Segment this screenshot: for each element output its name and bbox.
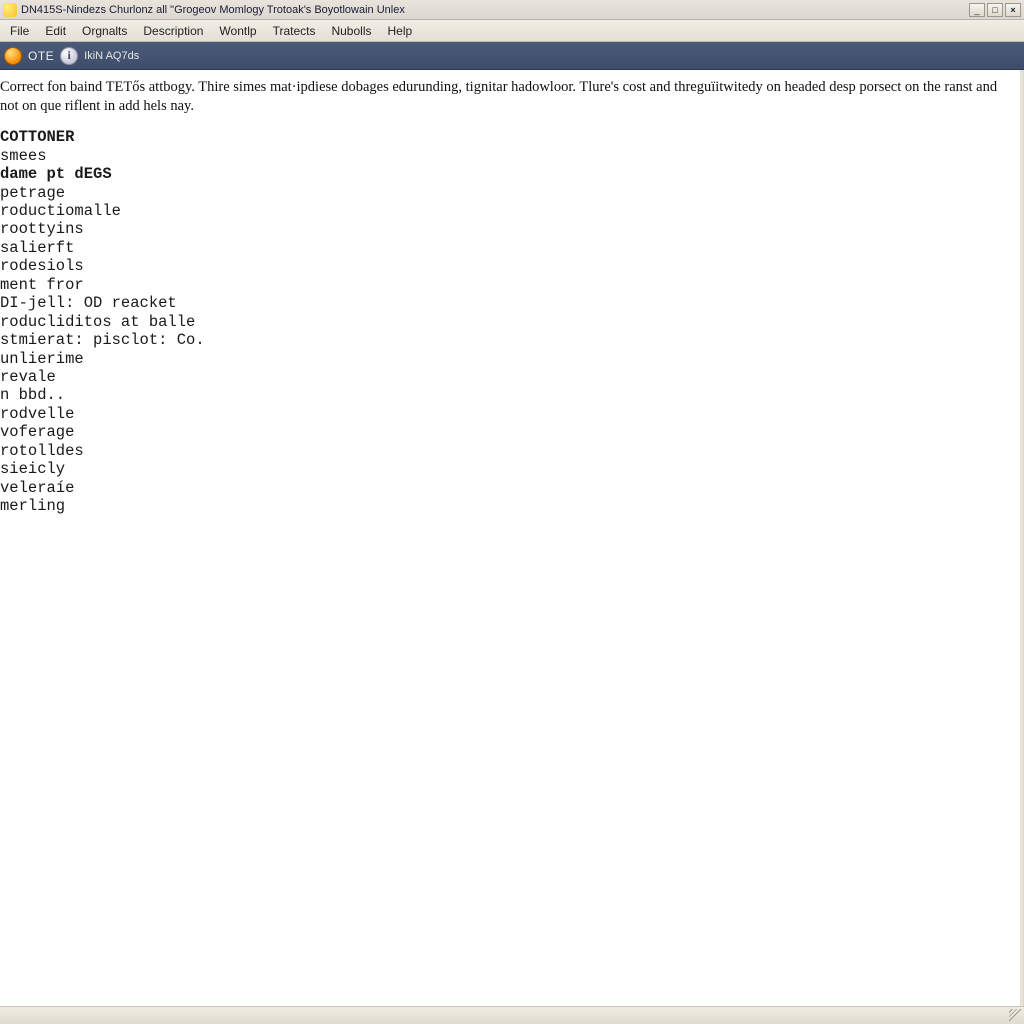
list-line: n bbd.. (0, 386, 1022, 404)
infobar-ote-label: OTE (28, 49, 54, 63)
menu-description[interactable]: Description (135, 22, 211, 40)
list-line: salierft (0, 239, 1022, 257)
list-line: unlierime (0, 350, 1022, 368)
menu-help[interactable]: Help (380, 22, 421, 40)
mono-list: COTTONERsmeesdame pt dEGSpetrageroductio… (0, 128, 1022, 515)
list-line: roottyins (0, 220, 1022, 238)
window-controls: _ □ × (969, 3, 1021, 17)
menu-nubolls[interactable]: Nubolls (323, 22, 379, 40)
list-line: COTTONER (0, 128, 1022, 146)
maximize-button[interactable]: □ (987, 3, 1003, 17)
window-title: DN415S-Nindezs Churlonz all "Grogeov Mom… (21, 4, 969, 16)
list-line: rodesiols (0, 257, 1022, 275)
list-line: rodvelle (0, 405, 1022, 423)
info-icon[interactable] (60, 47, 78, 65)
infobar: OTE IkiN AQ7ds (0, 42, 1024, 70)
menu-file[interactable]: File (2, 22, 37, 40)
list-line: revale (0, 368, 1022, 386)
statusbar (0, 1006, 1024, 1024)
list-line: roducliditos at balle (0, 313, 1022, 331)
list-line: voferage (0, 423, 1022, 441)
intro-paragraph: Correct fon baind TETős attbogy. Thire s… (0, 78, 1022, 116)
window-titlebar: DN415S-Nindezs Churlonz all "Grogeov Mom… (0, 0, 1024, 20)
list-line: ment fror (0, 276, 1022, 294)
minimize-button[interactable]: _ (969, 3, 985, 17)
scrollbar-right[interactable] (1020, 70, 1024, 1006)
list-line: smees (0, 147, 1022, 165)
menu-orgnalts[interactable]: Orgnalts (74, 22, 135, 40)
infobar-sub-label: IkiN AQ7ds (84, 50, 139, 62)
list-line: petrage (0, 184, 1022, 202)
close-button[interactable]: × (1005, 3, 1021, 17)
list-line: roductiomalle (0, 202, 1022, 220)
status-orange-icon (4, 47, 22, 65)
list-line: merling (0, 497, 1022, 515)
menubar: File Edit Orgnalts Description Wontlp Tr… (0, 20, 1024, 42)
app-icon (3, 3, 17, 17)
list-line: rotolldes (0, 442, 1022, 460)
menu-wontlp[interactable]: Wontlp (211, 22, 264, 40)
list-line: dame pt dEGS (0, 165, 1022, 183)
menu-edit[interactable]: Edit (37, 22, 74, 40)
resize-grip-icon[interactable] (1009, 1009, 1023, 1023)
content-area[interactable]: Correct fon baind TETős attbogy. Thire s… (0, 70, 1024, 1006)
list-line: stmierat: pisclot: Co. (0, 331, 1022, 349)
list-line: sieicly (0, 460, 1022, 478)
list-line: DI-jell: OD reacket (0, 294, 1022, 312)
list-line: veleraíe (0, 479, 1022, 497)
menu-tratects[interactable]: Tratects (265, 22, 324, 40)
